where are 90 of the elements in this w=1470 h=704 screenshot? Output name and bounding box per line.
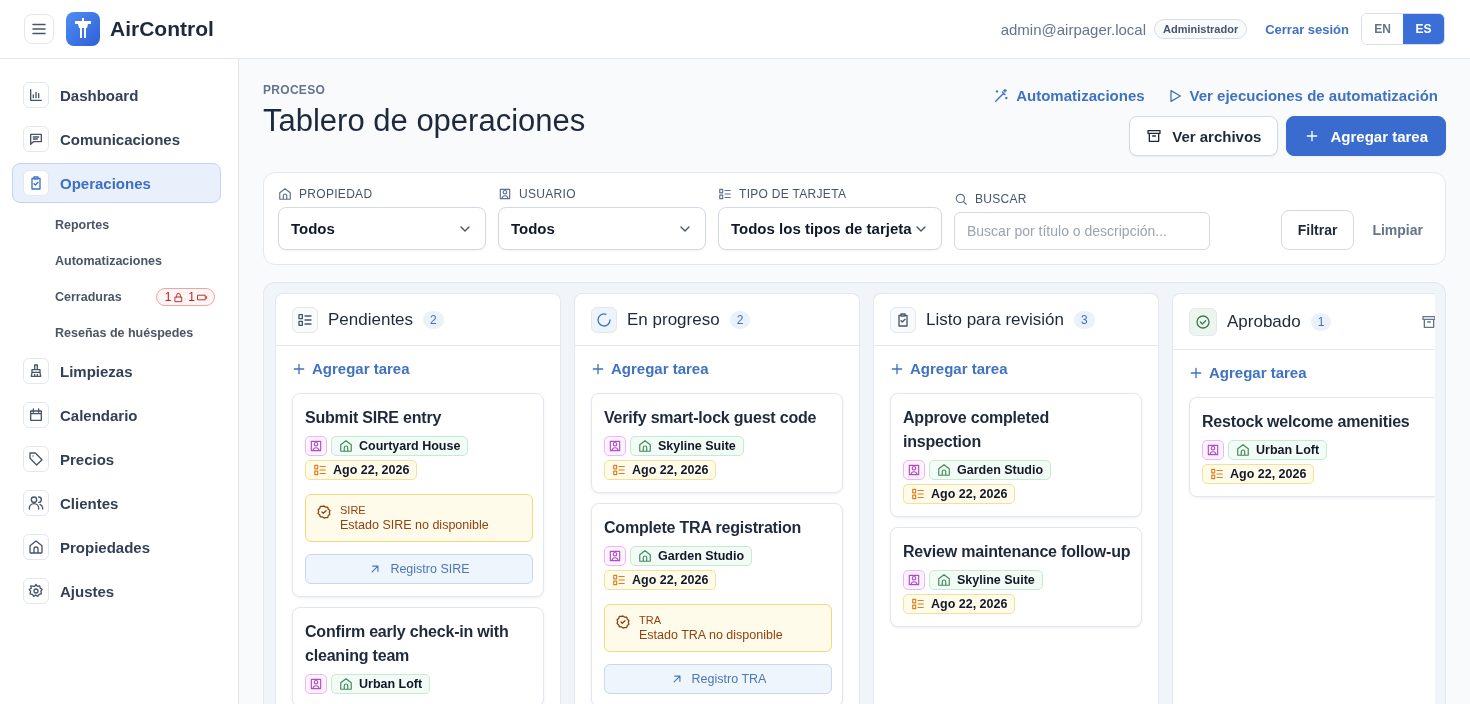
add-task-link[interactable]: Agregar tarea: [291, 360, 544, 377]
filter-button[interactable]: Filtrar: [1280, 210, 1355, 250]
page-title: Tablero de operaciones: [263, 103, 586, 139]
count: 1: [188, 290, 195, 304]
nav-label: Operaciones: [60, 174, 151, 192]
count: 1: [164, 290, 172, 304]
count-badge: 1: [1310, 312, 1332, 331]
due-date: Ago 22, 2026: [632, 463, 709, 477]
automation-link[interactable]: Ver ejecuciones de automatización: [1166, 87, 1438, 104]
count-badge: 2: [729, 310, 751, 329]
due-date: Ago 22, 2026: [931, 487, 1008, 501]
column-title: Aprobado: [1227, 311, 1301, 332]
nav-label: Ajustes: [60, 582, 115, 600]
column-title: En progreso: [627, 309, 720, 330]
sidebar-item[interactable]: Comunicaciones: [12, 119, 221, 159]
alert-label: SIRE: [340, 504, 367, 516]
logout-link[interactable]: Cerrar sesión: [1265, 21, 1349, 37]
task-title: Complete TRA registration: [604, 518, 803, 538]
alert-message: Estado SIRE no disponible: [340, 518, 489, 532]
property-name: Skyline Suite: [658, 439, 736, 453]
add-task-button[interactable]: Agregar tarea: [1286, 116, 1446, 156]
task-title: Restock welcome amenities: [1202, 412, 1411, 432]
nav-label: Comunicaciones: [60, 130, 181, 148]
add-task-link[interactable]: Agregar tarea: [1188, 364, 1435, 381]
language-toggle[interactable]: ES: [1403, 14, 1444, 44]
due-date: Ago 22, 2026: [1230, 467, 1307, 481]
automation-link[interactable]: Automatizaciones: [993, 87, 1145, 104]
task-card[interactable]: Confirm early check-in with cleaning team Urban Loft: [292, 607, 544, 704]
nav-label: Propiedades: [60, 538, 151, 556]
sidebar-item[interactable]: Ajustes: [12, 571, 221, 611]
task-card[interactable]: Verify smart-lock guest code Skyline Suite Ago 22, 2026: [591, 393, 843, 493]
due-date: Ago 22, 2026: [632, 573, 709, 587]
sidebar-item[interactable]: Precios: [12, 439, 221, 479]
task-title: Verify smart-lock guest code: [604, 408, 818, 428]
app-name: AirControl: [110, 17, 214, 41]
nav-label: Clientes: [60, 494, 119, 512]
property-name: Urban Loft: [359, 677, 423, 691]
register-button[interactable]: Registro SIRE: [305, 554, 533, 584]
sidebar-item[interactable]: Dashboard: [12, 75, 221, 115]
sidebar-item[interactable]: Propiedades: [12, 527, 221, 567]
alert-label: TRA: [639, 614, 662, 626]
add-task-link[interactable]: Agregar tarea: [590, 360, 843, 377]
archive-button[interactable]: Ver archivos: [1129, 116, 1279, 156]
property-name: Skyline Suite: [957, 573, 1035, 587]
due-date: Ago 22, 2026: [931, 597, 1008, 611]
filter-label: USUARIO: [519, 187, 576, 201]
alert-message: Estado TRA no disponible: [639, 628, 783, 642]
sidebar-item[interactable]: Calendario: [12, 395, 221, 435]
due-date: Ago 22, 2026: [333, 463, 410, 477]
task-title: Confirm early check-in with cleaning team: [305, 622, 510, 666]
count-badge: 3: [1073, 310, 1095, 329]
filter-label: TIPO DE TARJETA: [739, 187, 847, 201]
role-badge: Administrador: [1154, 19, 1248, 39]
task-card[interactable]: Approve completed inspection Garden Studio Ago 22, 2026: [890, 393, 1142, 517]
sidebar-item[interactable]: Operaciones: [12, 163, 221, 203]
column-title: Listo para revisión: [926, 309, 1064, 330]
task-card[interactable]: Complete TRA registration Garden Studio Ago 22, 2026 TRA Estado TRA no disponible Registro TRA: [591, 503, 843, 704]
filter-select[interactable]: Todos los tipos de tarjeta: [718, 207, 942, 250]
task-title: Approve completed inspection: [903, 408, 1050, 452]
filter-select[interactable]: Todos: [498, 207, 706, 250]
register-button[interactable]: Registro TRA: [604, 664, 832, 694]
filter-label: BUSCAR: [975, 192, 1027, 206]
sidebar-subitem[interactable]: Reseñas de huéspedes: [55, 326, 194, 340]
task-card[interactable]: Review maintenance follow-up Skyline Suite Ago 22, 2026: [890, 527, 1142, 627]
sidebar-subitem[interactable]: Automatizaciones: [55, 254, 162, 268]
sidebar-item[interactable]: Limpiezas: [12, 351, 221, 391]
user-email: admin@airpager.local: [1000, 20, 1146, 38]
section-label: PROCESO: [263, 83, 327, 97]
clear-button[interactable]: Limpiar: [1366, 210, 1423, 250]
nav-label: Calendario: [60, 406, 138, 424]
property-name: Garden Studio: [957, 463, 1044, 477]
nav-label: Limpiezas: [60, 362, 133, 380]
task-title: Submit SIRE entry: [305, 408, 443, 428]
nav-label: Precios: [60, 450, 115, 468]
nav-label: Dashboard: [60, 86, 139, 104]
property-name: Garden Studio: [658, 549, 745, 563]
count-badge: 2: [423, 310, 444, 329]
sidebar-subitem[interactable]: Reportes: [55, 218, 110, 232]
column-title: Pendientes: [328, 309, 414, 330]
sidebar-item[interactable]: Clientes: [12, 483, 221, 523]
property-name: Urban Loft: [1256, 443, 1320, 457]
filter-select[interactable]: Todos: [278, 207, 486, 250]
filter-label: PROPIEDAD: [299, 187, 373, 201]
task-card[interactable]: Restock welcome amenities Urban Loft Ago 22, 2026: [1189, 397, 1435, 497]
task-card[interactable]: Submit SIRE entry Courtyard House Ago 22, 2026 SIRE Estado SIRE no disponible Registro SIRE: [292, 393, 544, 597]
property-name: Courtyard House: [359, 439, 461, 453]
search-field[interactable]: Buscar por título o descripción...: [954, 212, 1210, 250]
add-task-link[interactable]: Agregar tarea: [889, 360, 1142, 377]
task-title: Review maintenance follow-up: [903, 542, 1131, 562]
sidebar-subitem[interactable]: Cerraduras: [55, 290, 122, 304]
